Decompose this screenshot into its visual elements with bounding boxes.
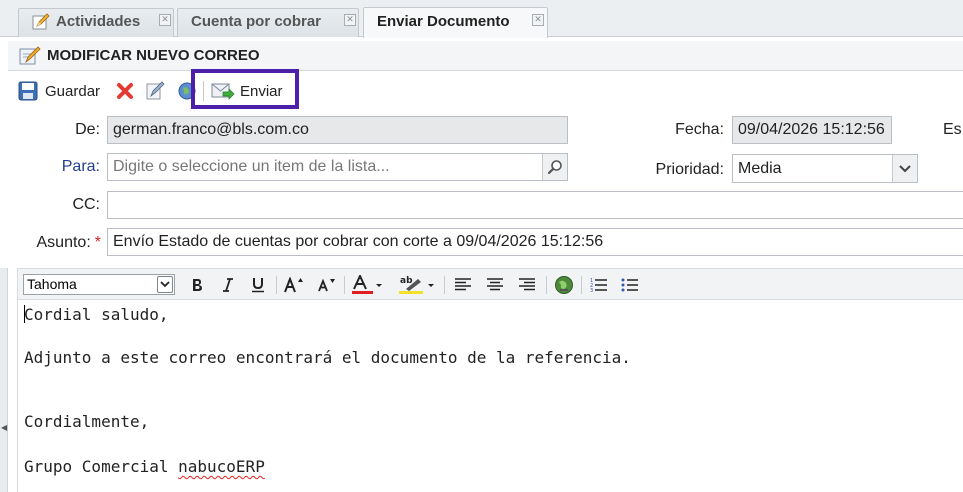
cc-input[interactable] xyxy=(107,191,963,219)
to-placeholder: Digite o seleccione un item de la lista.… xyxy=(113,158,390,175)
numbered-list-button[interactable]: 123 xyxy=(588,274,610,296)
highlight-color-button[interactable]: ab xyxy=(398,274,436,296)
close-icon[interactable]: ✕ xyxy=(159,14,171,26)
pencil-paper-icon xyxy=(146,81,165,100)
bullet-list-icon xyxy=(621,278,638,292)
highlighter-icon: ab xyxy=(399,276,434,294)
pencil-icon xyxy=(32,13,50,30)
tab-actividades[interactable]: Actividades ✕ xyxy=(18,8,174,37)
editor-line-closing: Cordialmente, xyxy=(24,412,150,431)
search-button[interactable] xyxy=(542,154,567,180)
bold-icon xyxy=(193,279,202,291)
action-toolbar: Guardar Enviar xyxy=(8,69,963,110)
globe-link-icon xyxy=(555,276,573,294)
close-icon[interactable]: ✕ xyxy=(532,14,544,26)
bullet-list-button[interactable] xyxy=(619,274,641,296)
date-label: Fecha: xyxy=(675,121,724,138)
close-icon[interactable]: ✕ xyxy=(344,14,356,26)
toolbar-separator xyxy=(276,276,277,294)
editor-line-body: Adjunto a este correo encontrará el docu… xyxy=(24,348,631,367)
to-label: Para: xyxy=(61,158,100,175)
underline-icon xyxy=(252,278,264,293)
align-center-icon xyxy=(487,278,503,291)
tab-label: Cuenta por cobrar xyxy=(191,13,322,30)
font-dropdown-button[interactable] xyxy=(157,276,173,293)
from-field: german.franco@bls.com.co xyxy=(107,116,568,144)
required-marker: * xyxy=(94,234,101,251)
save-button[interactable]: Guardar xyxy=(18,78,100,104)
tab-enviar-documento[interactable]: Enviar Documento ✕ xyxy=(363,7,548,38)
chevron-down-icon xyxy=(899,164,911,172)
save-button-label: Guardar xyxy=(45,82,101,100)
underline-button[interactable] xyxy=(249,274,267,296)
page-title: MODIFICAR NUEVO CORREO xyxy=(47,47,260,64)
delete-x-icon xyxy=(117,83,133,99)
align-center-button[interactable] xyxy=(484,274,506,296)
collapse-rail[interactable]: ◀ xyxy=(0,268,8,492)
from-label: De: xyxy=(75,121,100,138)
italic-button[interactable] xyxy=(219,274,237,296)
subject-label: Asunto: * xyxy=(18,234,102,252)
editor-line-signature: Grupo Comercial nabucoERP xyxy=(24,457,265,476)
date-field: 09/04/2026 15:12:56 xyxy=(732,116,892,144)
tab-cuenta-por-cobrar[interactable]: Cuenta por cobrar ✕ xyxy=(177,8,359,37)
email-form: De: german.franco@bls.com.co Fecha: 09/0… xyxy=(8,110,963,264)
align-left-button[interactable] xyxy=(452,274,474,296)
toolbar-separator xyxy=(581,276,582,294)
bold-button[interactable] xyxy=(188,274,206,296)
subject-input[interactable]: Envío Estado de cuentas por cobrar con c… xyxy=(107,228,963,256)
priority-dropdown-button[interactable] xyxy=(892,155,917,182)
font-decrease-icon xyxy=(318,278,335,292)
tab-label: Enviar Documento xyxy=(377,13,510,30)
search-icon xyxy=(547,160,562,175)
toolbar-separator xyxy=(546,276,547,294)
message-editor[interactable]: Cordial saludo, Adjunto a este correo en… xyxy=(17,300,963,492)
priority-value: Media xyxy=(738,160,782,177)
insert-link-button[interactable] xyxy=(553,274,575,296)
svg-text:3: 3 xyxy=(590,288,593,293)
to-input[interactable]: Digite o seleccione un item de la lista.… xyxy=(107,153,568,181)
font-size-increase-button[interactable] xyxy=(283,274,305,296)
signature-prefix: Grupo Comercial xyxy=(24,457,179,476)
panel-title-bar: MODIFICAR NUEVO CORREO xyxy=(8,41,963,71)
toolbar-separator xyxy=(444,276,445,294)
floppy-disk-icon xyxy=(18,81,38,101)
font-family-select[interactable]: Tahoma xyxy=(23,274,175,295)
italic-icon xyxy=(223,278,233,292)
tab-strip: Actividades ✕ Cuenta por cobrar ✕ Enviar… xyxy=(0,0,963,38)
priority-select[interactable]: Media xyxy=(732,154,918,183)
font-size-decrease-button[interactable] xyxy=(316,274,338,296)
chevron-down-icon xyxy=(160,281,170,288)
align-right-icon xyxy=(519,278,535,291)
tab-label: Actividades xyxy=(56,13,141,30)
svg-text:ab: ab xyxy=(400,276,413,286)
delete-button[interactable] xyxy=(116,78,134,104)
font-color-icon xyxy=(352,275,382,294)
font-color-button[interactable] xyxy=(351,274,383,296)
editor-toolbar: Tahoma ab 123 xyxy=(17,268,963,300)
signature-brand: nabucoERP xyxy=(178,457,265,476)
priority-label: Prioridad: xyxy=(655,161,724,178)
editor-line-greeting: Cordial saludo, xyxy=(24,305,169,324)
font-increase-icon xyxy=(284,277,303,293)
cut-off-label: Es xyxy=(943,121,962,138)
cc-label: CC: xyxy=(72,196,100,213)
align-left-icon xyxy=(455,278,471,291)
edit-document-icon xyxy=(19,46,41,65)
font-family-value: Tahoma xyxy=(27,276,77,292)
edit-button[interactable] xyxy=(145,78,165,104)
send-button-highlight xyxy=(191,69,299,109)
numbered-list-icon: 123 xyxy=(590,278,607,293)
subject-label-text: Asunto: xyxy=(36,234,91,251)
collapse-arrow-icon: ◀ xyxy=(1,423,8,432)
align-right-button[interactable] xyxy=(516,274,538,296)
toolbar-separator xyxy=(344,276,345,294)
